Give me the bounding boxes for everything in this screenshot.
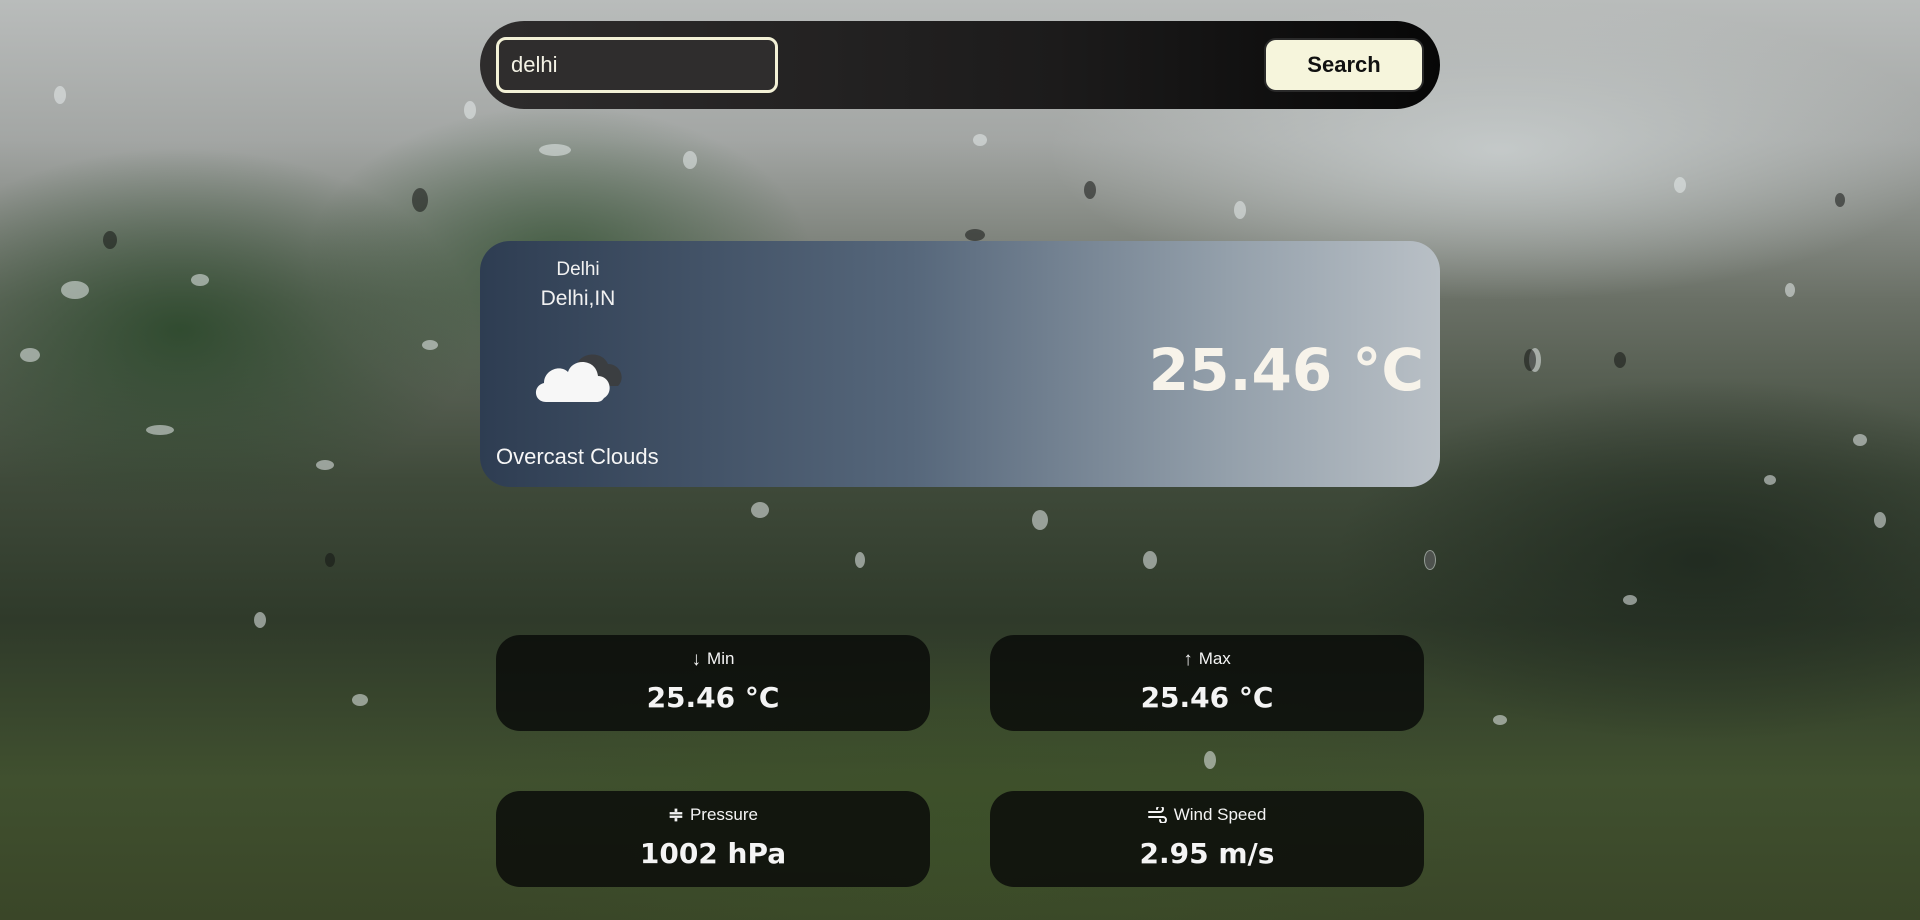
weather-description: Overcast Clouds (496, 444, 659, 469)
max-temp-label-row: ↑ Max (990, 649, 1424, 669)
min-temp-value: 25.46 °C (646, 681, 780, 714)
pressure-card: ≑ Pressure 1002 hPa (496, 791, 930, 887)
max-temp-card: ↑ Max 25.46 °C (990, 635, 1424, 731)
city-name: Delhi (556, 259, 600, 280)
arrow-down-icon: ↓ (691, 648, 702, 670)
cloud-icon (535, 354, 622, 402)
city-country: Delhi,IN (540, 287, 616, 310)
pressure-label-row: ≑ Pressure (496, 805, 930, 825)
max-temp-label: Max (1198, 649, 1231, 668)
min-temp-label-row: ↓ Min (496, 649, 930, 669)
max-temp-value: 25.46 °C (1140, 681, 1274, 714)
current-temperature: 25.46 °C (1148, 336, 1424, 404)
arrow-up-icon: ↑ (1183, 648, 1193, 670)
weather-card: Delhi Delhi,IN Overcast Clouds 25.46 °C (480, 241, 1440, 487)
wind-speed-label-row: Wind Speed (990, 805, 1424, 825)
pressure-icon: ≑ (668, 804, 684, 826)
min-temp-card: ↓ Min 25.46 °C (496, 635, 930, 731)
search-button[interactable]: Search (1264, 38, 1424, 92)
wind-speed-label: Wind Speed (1173, 805, 1267, 824)
min-temp-label: Min (707, 649, 735, 668)
pressure-label: Pressure (689, 805, 758, 824)
wind-speed-card: Wind Speed 2.95 m/s (990, 791, 1424, 887)
wind-speed-value: 2.95 m/s (1139, 837, 1275, 870)
wind-icon (1147, 807, 1167, 823)
pressure-value: 1002 hPa (639, 837, 787, 870)
search-bar: Search (480, 21, 1440, 109)
search-input[interactable] (496, 37, 778, 93)
